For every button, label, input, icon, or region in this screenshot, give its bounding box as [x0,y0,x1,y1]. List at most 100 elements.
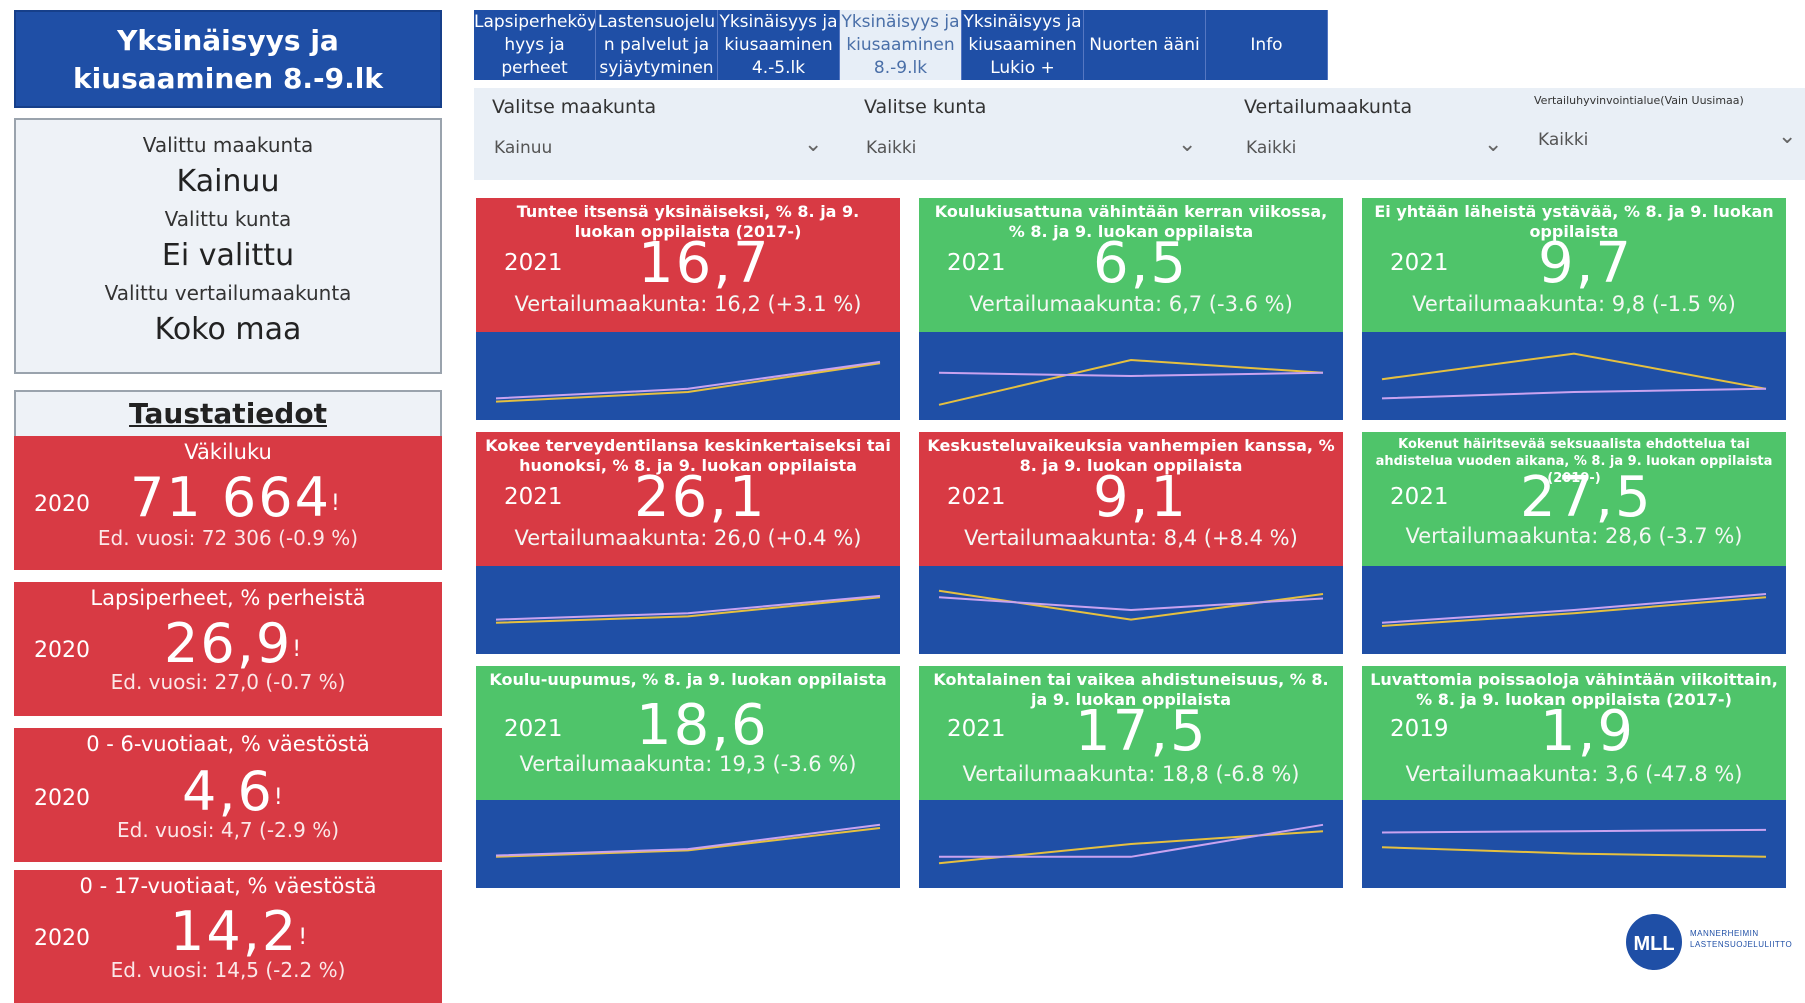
bg-card-population: Väkiluku 2020 71 664! Ed. vuosi: 72 306 … [14,436,442,570]
selected-municipality-label: Valittu kunta [164,207,292,231]
chevron-down-icon[interactable]: ⌄ [1484,132,1502,157]
kpi-comparison: Vertailumaakunta: 8,4 (+8.4 %) [964,526,1298,550]
bg-card-year: 2020 [34,926,90,951]
kpi-year: 2021 [1390,250,1449,276]
kpi-comparison: Vertailumaakunta: 18,8 (-6.8 %) [962,762,1300,786]
kpi-title: Koulu-uupumus, % 8. ja 9. luokan oppilai… [489,670,887,689]
kpi-trend-chart [919,332,1343,420]
selection-panel: Valittu maakunta Kainuu Valittu kunta Ei… [14,118,442,374]
filter-comparison-region[interactable]: Vertailumaakunta Kaikki ⌄ [1226,88,1524,180]
series-line-1 [1381,387,1767,400]
selected-region-value: Kainuu [176,164,280,199]
series-line-0 [1381,846,1767,858]
series-line-0 [1381,352,1767,390]
page-title-text: Yksinäisyys ja kiusaaminen 8.-9.lk [72,24,384,95]
series-line-0 [938,830,1324,865]
sparkline-svg [1381,593,1767,627]
logo-text: MLL [1633,933,1674,955]
kpi-card-bullied[interactable]: Koulukiusattuna vähintään kerran viikoss… [919,198,1343,420]
kpi-card-anxiety[interactable]: Kohtalainen tai vaikea ahdistuneisuus, %… [919,666,1343,888]
bg-card-age-0-6: 0 - 6-vuotiaat, % väestöstä 2020 4,6! Ed… [14,728,442,862]
bg-card-label: Väkiluku [184,440,272,464]
bg-card-value: 26,9! [164,612,304,675]
kpi-year: 2021 [504,250,563,276]
bg-card-value: 71 664! [130,466,342,529]
kpi-card-harassment[interactable]: Kokenut häiritsevää seksuaalista ehdotte… [1362,432,1786,654]
bg-card-label: 0 - 17-vuotiaat, % väestöstä [79,874,377,898]
kpi-year: 2021 [1390,484,1449,510]
series-line-1 [938,371,1324,378]
tab-lastensuojelu[interactable]: Lastensuojelu n palvelut ja syjäytyminen [596,10,718,80]
kpi-year: 2021 [947,716,1006,742]
kpi-card-parents[interactable]: Keskusteluvaikeuksia vanhempien kanssa, … [919,432,1343,654]
kpi-trend-chart [1362,800,1786,888]
kpi-card-school-burnout[interactable]: Koulu-uupumus, % 8. ja 9. luokan oppilai… [476,666,900,888]
sparkline-svg [938,823,1324,865]
kpi-comparison: Vertailumaakunta: 26,0 (+0.4 %) [514,526,862,550]
kpi-value: 16,7 [638,231,771,296]
filter-municipality-value[interactable]: Kaikki [866,138,916,158]
background-header: Taustatiedot [14,390,442,436]
bg-card-year: 2020 [34,492,90,517]
kpi-comparison: Vertailumaakunta: 16,2 (+3.1 %) [514,292,862,316]
filter-welfare-label: Vertailuhyvinvointialue(Vain Uusimaa) [1534,94,1744,107]
bg-card-previous: Ed. vuosi: 4,7 (-2.9 %) [116,818,340,842]
series-line-1 [1381,828,1767,834]
kpi-trend-chart [476,332,900,420]
series-line-1 [1381,593,1767,624]
chevron-down-icon[interactable]: ⌄ [1178,132,1196,157]
kpi-comparison: Vertailumaakunta: 19,3 (-3.6 %) [519,752,857,776]
kpi-trend-chart [1362,332,1786,420]
bg-card-label: 0 - 6-vuotiaat, % väestöstä [86,732,370,756]
kpi-value: 26,1 [634,465,767,530]
bg-card-previous: Ed. vuosi: 14,5 (-2.2 %) [110,958,346,982]
filter-welfare-value[interactable]: Kaikki [1538,130,1588,150]
tab-yksinaisyys-8-9[interactable]: Yksinäisyys ja kiusaaminen 8.-9.lk [840,10,962,80]
bg-card-families: Lapsiperheet, % perheistä 2020 26,9! Ed.… [14,582,442,716]
page-tabs: Lapsiperheköy hyys ja perheet Lastensuoj… [474,10,1328,80]
filter-municipality-label: Valitse kunta [864,96,987,118]
tab-nuorten-aani[interactable]: Nuorten ääni [1084,10,1206,80]
sparkline-svg [1381,352,1767,400]
bg-card-previous: Ed. vuosi: 27,0 (-0.7 %) [110,670,346,694]
kpi-card-health[interactable]: Kokee terveydentilansa keskinkertaiseksi… [476,432,900,654]
kpi-comparison: Vertailumaakunta: 3,6 (-47.8 %) [1405,762,1743,786]
kpi-value: 27,5 [1520,465,1653,530]
selected-municipality-value: Ei valittu [161,238,295,273]
series-line-0 [1381,596,1767,627]
tab-yksinaisyys-4-5[interactable]: Yksinäisyys ja kiusaaminen 4.-5.lk [718,10,840,80]
kpi-comparison: Vertailumaakunta: 9,8 (-1.5 %) [1412,292,1736,316]
sparkline-svg [938,589,1324,621]
bg-card-age-0-17: 0 - 17-vuotiaat, % väestöstä 2020 14,2! … [14,870,442,1003]
mll-logo: MLL MANNERHEIMIN LASTENSUOJELULIITTO [1624,910,1805,974]
tab-yksinaisyys-lukio[interactable]: Yksinäisyys ja kiusaaminen Lukio + [962,10,1084,80]
selected-region-label: Valittu maakunta [142,133,314,157]
kpi-year: 2019 [1390,716,1449,742]
bg-card-value: 14,2! [170,900,310,963]
kpi-card-loneliness[interactable]: Tuntee itsensä yksinäiseksi, % 8. ja 9. … [476,198,900,420]
filter-comparison-value[interactable]: Kaikki [1246,138,1296,158]
filter-region-value[interactable]: Kainuu [494,138,552,158]
warning-mark: ! [330,491,342,516]
filter-region[interactable]: Valitse maakunta Kainuu ⌄ [474,88,846,180]
kpi-year: 2021 [947,484,1006,510]
kpi-value: 18,6 [636,693,769,758]
kpi-card-absences[interactable]: Luvattomia poissaoloja vähintään viikoit… [1362,666,1786,888]
kpi-value: 6,5 [1093,231,1189,296]
warning-mark: ! [273,785,285,810]
kpi-trend-chart [919,566,1343,654]
tab-lapsiperhekoyhyys[interactable]: Lapsiperheköy hyys ja perheet [474,10,596,80]
chevron-down-icon[interactable]: ⌄ [804,132,822,157]
dashboard: Yksinäisyys ja kiusaaminen 8.-9.lk Valit… [0,0,1805,1003]
filter-bar: Valitse maakunta Kainuu ⌄ Valitse kunta … [474,88,1805,180]
warning-mark: ! [298,925,310,950]
tab-info[interactable]: Info [1206,10,1328,80]
sparkline-svg [1381,828,1767,858]
kpi-value: 17,5 [1075,699,1208,764]
kpi-value: 1,9 [1540,699,1636,764]
chevron-down-icon[interactable]: ⌄ [1778,124,1796,149]
sparkline-svg [495,594,881,624]
filter-municipality[interactable]: Valitse kunta Kaikki ⌄ [846,88,1226,180]
kpi-card-no-friends[interactable]: Ei yhtään läheistä ystävää, % 8. ja 9. l… [1362,198,1786,420]
filter-welfare-area[interactable]: Vertailuhyvinvointialue(Vain Uusimaa) Ka… [1524,88,1805,180]
